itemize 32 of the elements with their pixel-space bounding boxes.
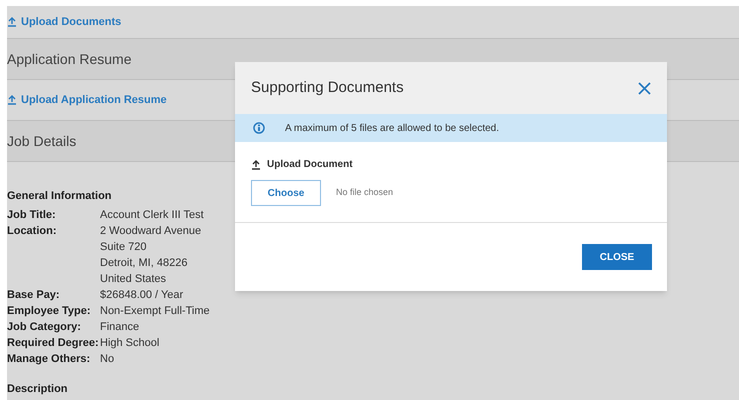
field-label: Location:: [7, 224, 58, 238]
file-status: No file chosen: [336, 186, 394, 200]
section-heading: Description: [7, 382, 68, 396]
info-icon: [253, 122, 265, 134]
upload-icon: [251, 160, 261, 170]
upload-resume-link[interactable]: Upload Application Resume: [21, 92, 167, 108]
field-value: Finance: [100, 320, 140, 334]
close-icon[interactable]: [638, 82, 651, 94]
upload-icon: [7, 17, 17, 27]
upload-documents-link[interactable]: Upload Documents: [21, 14, 122, 30]
field-label: Required Degree:: [7, 336, 100, 350]
dialog-title: Supporting Documents: [251, 78, 404, 98]
close-button[interactable]: CLOSE: [582, 244, 652, 270]
upload-icon: [7, 95, 17, 105]
field-value: United States: [100, 272, 168, 286]
info-text: A maximum of 5 files are allowed to be selected.: [285, 122, 499, 136]
field-label: Job Title:: [7, 208, 57, 222]
field-value: 2 Woodward Avenue: [100, 224, 202, 238]
field-label: Manage Others:: [7, 352, 92, 366]
field-label: Base Pay:: [7, 288, 61, 302]
field-label: Employee Type:: [7, 304, 92, 318]
field-value: Detroit, MI, 48226: [100, 256, 188, 270]
field-value: No: [100, 352, 114, 366]
field-value: Non-Exempt Full-Time: [100, 304, 210, 318]
field-value: High School: [100, 336, 160, 350]
field-label: Job Category:: [7, 320, 82, 334]
field-value: Account Clerk III Test: [100, 208, 204, 222]
section-heading: General Information: [7, 189, 112, 204]
field-value: $26848.00 / Year: [100, 288, 184, 302]
field-value: Suite 720: [100, 240, 148, 254]
choose-button[interactable]: Choose: [251, 180, 321, 206]
upload-label: Upload Document: [267, 158, 353, 172]
